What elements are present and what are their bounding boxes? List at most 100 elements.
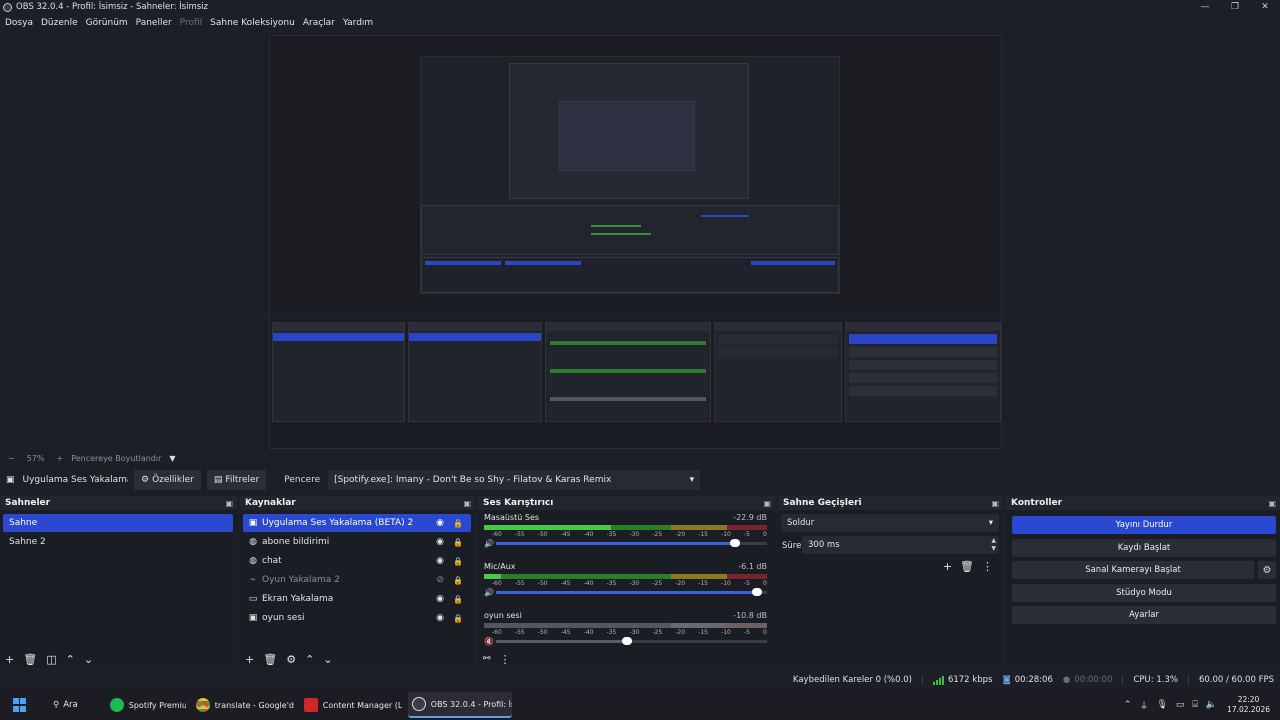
chevron-down-icon[interactable]: ▼ <box>169 454 175 463</box>
speaker-icon[interactable]: 🔇 <box>484 637 496 646</box>
volume-slider[interactable] <box>496 539 767 547</box>
volume-slider[interactable] <box>496 588 767 596</box>
source-item[interactable]: ⌁ Oyun Yakalama 2 ⊘ 🔒 <box>243 571 471 589</box>
gear-icon[interactable]: ⚙ <box>286 653 296 666</box>
lock-icon[interactable]: 🔒 <box>453 538 463 547</box>
studio-mode-button[interactable]: Stüdyo Modu <box>1012 584 1276 602</box>
properties-button[interactable]: ⚙ Özellikler <box>134 470 201 490</box>
source-item[interactable]: ◍ abone bildirimi ◉ 🔒 <box>243 533 471 551</box>
undock-icon[interactable]: ▣ <box>991 499 999 508</box>
menu-edit[interactable]: Düzenle <box>41 18 78 28</box>
scene-item[interactable]: Sahne 2 <box>3 533 233 551</box>
transition-select[interactable]: Soldur ▾ <box>781 514 999 532</box>
undock-icon[interactable]: ▣ <box>1268 499 1276 508</box>
undock-icon[interactable]: ▣ <box>225 499 233 508</box>
scale-tick: -10 <box>721 531 731 538</box>
source-item[interactable]: ▣ oyun sesi ◉ 🔒 <box>243 609 471 627</box>
eye-icon[interactable]: ◉ <box>436 537 444 547</box>
speaker-icon[interactable]: 🔊 <box>484 539 496 548</box>
speaker-icon[interactable]: 🔊 <box>484 588 496 597</box>
gear-icon: ⚙ <box>1262 564 1272 576</box>
up-icon[interactable]: ⌃ <box>66 653 75 666</box>
duration-input[interactable]: 300 ms ▲ ▼ <box>802 536 999 554</box>
scale-tick: -45 <box>560 531 571 538</box>
add-icon[interactable]: + <box>943 560 952 573</box>
lock-icon[interactable]: 🔒 <box>453 519 463 528</box>
source-label: Oyun Yakalama 2 <box>262 575 340 585</box>
add-icon[interactable]: + <box>245 653 254 666</box>
search-icon: ⚲ <box>53 700 60 710</box>
volume-knob[interactable] <box>729 539 740 547</box>
up-icon[interactable]: ⌃ <box>305 653 314 666</box>
source-item[interactable]: ▭ Ekran Yakalama ◉ 🔒 <box>243 590 471 608</box>
start-virtualcam-button[interactable]: Sanal Kamerayı Başlat <box>1012 561 1254 579</box>
preview-canvas[interactable] <box>269 35 1002 449</box>
lock-icon[interactable]: 🔒 <box>453 557 463 566</box>
menu-docks[interactable]: Paneller <box>136 18 172 28</box>
network-icon[interactable]: ⌸ <box>1192 700 1197 710</box>
stop-stream-button[interactable]: Yayını Durdur <box>1012 516 1276 534</box>
down-icon[interactable]: ⌄ <box>323 653 332 666</box>
window-select[interactable]: [Spotify.exe]: Imany - Don't Be so Shy -… <box>328 470 701 490</box>
trash-icon[interactable]: 🗑 <box>263 653 277 666</box>
eye-icon[interactable]: ◉ <box>436 556 444 566</box>
menu-profile[interactable]: Profil <box>180 18 202 28</box>
settings-button[interactable]: Ayarlar <box>1012 606 1276 624</box>
speaker-icon[interactable]: 🔈 <box>1206 700 1217 710</box>
maximize-button[interactable]: ❐ <box>1220 0 1250 14</box>
zoom-out-button[interactable]: − <box>8 454 15 463</box>
taskbar-search[interactable]: ⚲ Ara <box>53 700 78 710</box>
fps-value: 60.00 / 60.00 FPS <box>1198 675 1274 685</box>
trash-icon[interactable]: 🗑 <box>23 653 37 666</box>
usb-icon[interactable]: ⏚ <box>1139 699 1148 712</box>
start-record-button[interactable]: Kaydı Başlat <box>1012 539 1276 557</box>
down-icon[interactable]: ⌄ <box>84 653 93 666</box>
nested-docks <box>421 205 839 255</box>
chevron-up-icon[interactable]: ⌃ <box>1124 700 1132 710</box>
lock-icon[interactable]: 🔒 <box>453 576 463 585</box>
menu-scene-collection[interactable]: Sahne Koleksiyonu <box>210 18 295 28</box>
windows-start-icon[interactable] <box>13 698 27 712</box>
eye-icon[interactable]: ◉ <box>436 518 444 528</box>
eye-hidden-icon[interactable]: ⊘ <box>436 575 444 585</box>
filters-button[interactable]: ▤ Filtreler <box>206 470 267 490</box>
microphone-icon[interactable]: 🎙 <box>1156 700 1167 710</box>
preview-area[interactable] <box>0 33 1280 450</box>
more-icon[interactable]: ⋮ <box>982 560 993 573</box>
volume-knob[interactable] <box>751 588 762 596</box>
volume-knob[interactable] <box>621 637 632 645</box>
clock[interactable]: 22:20 17.02.2026 <box>1227 695 1270 715</box>
menu-help[interactable]: Yardım <box>343 18 373 28</box>
undock-icon[interactable]: ▣ <box>763 499 771 508</box>
lock-icon[interactable]: 🔒 <box>453 614 463 623</box>
more-icon[interactable]: ⋮ <box>500 653 511 666</box>
minimize-button[interactable]: — <box>1190 0 1220 14</box>
eye-icon[interactable]: ◉ <box>436 594 444 604</box>
spin-arrows-icon[interactable]: ▲ ▼ <box>991 537 996 553</box>
menu-view[interactable]: Görünüm <box>86 18 128 28</box>
source-item[interactable]: ◍ chat ◉ 🔒 <box>243 552 471 570</box>
filter-icon[interactable]: ◫ <box>46 653 56 666</box>
taskbar-app-content-manager[interactable]: Content Manager (Lite S <box>300 692 402 718</box>
scale-tick: -50 <box>537 629 548 636</box>
message-icon[interactable]: ▭ <box>1176 700 1185 710</box>
menu-file[interactable]: Dosya <box>5 18 33 28</box>
taskbar-app-obs[interactable]: OBS 32.0.4 - Profil: İsimse <box>407 692 512 718</box>
trash-icon[interactable]: 🗑 <box>960 560 974 573</box>
undock-icon[interactable]: ▣ <box>463 499 471 508</box>
add-icon[interactable]: + <box>5 653 14 666</box>
volume-control: 🔊 <box>484 539 767 548</box>
virtualcam-settings-button[interactable]: ⚙ <box>1258 561 1276 579</box>
menu-tools[interactable]: Araçlar <box>303 18 335 28</box>
source-item[interactable]: ▣ Uygulama Ses Yakalama (BETA) 2 ◉ 🔒 <box>243 514 471 532</box>
system-tray: ⌃ ⏚ 🎙 ▭ ⌸ 🔈 22:20 17.02.2026 <box>1116 690 1280 720</box>
taskbar-app-chrome[interactable]: translate - Google'da Ar <box>192 692 294 718</box>
volume-slider[interactable] <box>496 637 767 645</box>
taskbar-app-spotify[interactable]: Spotify Premium <box>106 692 186 718</box>
eye-icon[interactable]: ◉ <box>436 613 444 623</box>
close-button[interactable]: ✕ <box>1250 0 1280 14</box>
zoom-in-button[interactable]: + <box>56 454 63 463</box>
lock-icon[interactable]: 🔒 <box>453 595 463 604</box>
link-icon[interactable]: ⚯ <box>483 654 491 664</box>
scene-item[interactable]: Sahne <box>3 514 233 532</box>
